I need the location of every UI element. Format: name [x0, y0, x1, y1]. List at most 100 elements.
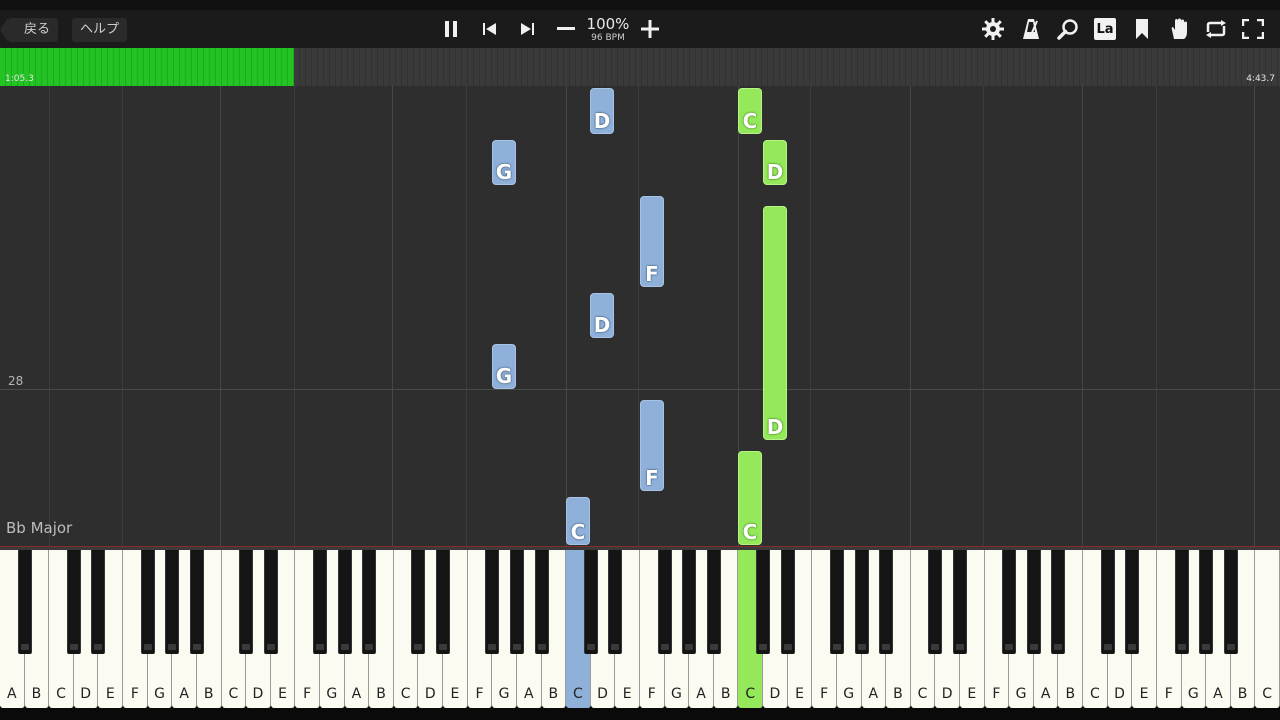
black-key[interactable]	[337, 550, 352, 654]
black-key[interactable]	[1125, 550, 1140, 654]
skip-forward-icon[interactable]	[512, 14, 542, 44]
bookmark-icon[interactable]	[1127, 14, 1157, 44]
grid-line	[392, 86, 393, 548]
key-label: A	[523, 686, 534, 702]
black-key[interactable]	[1100, 550, 1115, 654]
top-toolbar: 戻る ヘルプ 100% 96 BPM La	[0, 10, 1280, 48]
black-key[interactable]	[313, 550, 327, 654]
key-label: E	[967, 686, 977, 702]
grid-line	[983, 86, 984, 548]
key-label: A	[351, 686, 362, 702]
black-key[interactable]	[1174, 550, 1189, 654]
note-d: D	[590, 88, 614, 134]
white-key-c[interactable]: C	[1255, 550, 1280, 708]
help-button[interactable]: ヘルプ	[72, 18, 128, 42]
black-key[interactable]	[1199, 550, 1214, 654]
black-key[interactable]	[1223, 550, 1238, 654]
black-key[interactable]	[1002, 550, 1017, 654]
black-key[interactable]	[1051, 550, 1066, 654]
key-label: C	[745, 686, 756, 702]
black-key[interactable]	[485, 550, 500, 654]
la-label: La	[1094, 18, 1116, 40]
metronome-icon[interactable]	[1016, 14, 1046, 44]
note-d: D	[590, 293, 614, 338]
note-g: G	[492, 344, 516, 389]
key-label: A	[696, 686, 706, 702]
black-key[interactable]	[608, 550, 623, 654]
black-key[interactable]	[953, 550, 967, 654]
black-key[interactable]	[66, 550, 81, 654]
black-key[interactable]	[928, 550, 943, 654]
tempo-display: 100% 96 BPM	[584, 16, 632, 46]
key-label: F	[1164, 686, 1173, 702]
black-key[interactable]	[682, 550, 697, 654]
black-key[interactable]	[165, 550, 180, 654]
key-label: F	[130, 686, 139, 702]
black-key[interactable]	[706, 550, 721, 654]
magnifier-icon[interactable]	[1053, 14, 1083, 44]
black-key[interactable]	[854, 550, 869, 654]
progress-fill	[0, 48, 295, 86]
gear-icon[interactable]	[978, 14, 1008, 44]
key-label: A	[7, 686, 17, 702]
key-label: C	[1089, 686, 1100, 702]
key-label: E	[450, 686, 460, 702]
black-key[interactable]	[583, 550, 598, 654]
black-key[interactable]	[829, 550, 844, 654]
label-toggle-icon[interactable]: La	[1090, 14, 1120, 44]
grid-line	[220, 86, 221, 548]
key-label: F	[475, 686, 484, 702]
key-label: D	[80, 686, 92, 702]
black-key[interactable]	[509, 550, 524, 654]
black-key[interactable]	[756, 550, 771, 654]
note-c: C	[566, 497, 590, 545]
key-label: G	[1187, 686, 1199, 702]
black-key[interactable]	[1026, 550, 1041, 654]
black-key[interactable]	[879, 550, 894, 654]
key-label: B	[31, 686, 42, 702]
piano-keyboard[interactable]: ABCDEFGABCDEFGABCDEFGABCDEFGABCDEFGABCDE…	[0, 550, 1280, 708]
note-d: D	[763, 140, 787, 185]
black-key[interactable]	[657, 550, 672, 654]
key-label: F	[820, 686, 829, 702]
song-progress-bar[interactable]: 1:05.3 4:43.7	[0, 48, 1280, 86]
pause-icon[interactable]	[436, 14, 466, 44]
fullscreen-icon[interactable]	[1238, 14, 1268, 44]
black-key[interactable]	[239, 550, 254, 654]
loop-icon[interactable]	[1201, 14, 1231, 44]
skip-back-icon[interactable]	[475, 14, 505, 44]
black-key[interactable]	[780, 550, 795, 654]
black-key[interactable]	[362, 550, 377, 654]
black-key[interactable]	[263, 550, 278, 654]
black-key[interactable]	[91, 550, 106, 654]
minus-icon[interactable]	[551, 14, 581, 44]
key-label: G	[498, 686, 510, 702]
black-key[interactable]	[534, 550, 549, 654]
grid-line	[1082, 86, 1083, 548]
key-label: E	[278, 686, 287, 702]
back-button[interactable]: 戻る	[0, 18, 59, 42]
key-label: C	[1262, 686, 1273, 702]
black-key[interactable]	[140, 550, 155, 654]
note-g: G	[492, 140, 516, 185]
measure-number: 28	[8, 374, 24, 388]
black-key[interactable]	[411, 550, 426, 654]
black-key[interactable]	[17, 550, 32, 654]
note-f: F	[640, 196, 664, 287]
black-key[interactable]	[436, 550, 451, 654]
key-label: C	[917, 686, 928, 702]
key-label: D	[941, 686, 953, 702]
key-label: E	[795, 686, 804, 702]
hand-icon[interactable]	[1164, 14, 1194, 44]
grid-line	[638, 86, 639, 548]
key-label: B	[203, 686, 214, 702]
plus-icon[interactable]	[635, 14, 665, 44]
black-key[interactable]	[189, 550, 204, 654]
key-label: A	[1213, 686, 1223, 702]
key-label: G	[670, 686, 682, 702]
key-label: A	[1040, 686, 1051, 702]
note-c: C	[738, 451, 762, 545]
grid-line	[566, 86, 567, 548]
note-d: D	[763, 206, 787, 440]
key-label: C	[573, 686, 583, 702]
